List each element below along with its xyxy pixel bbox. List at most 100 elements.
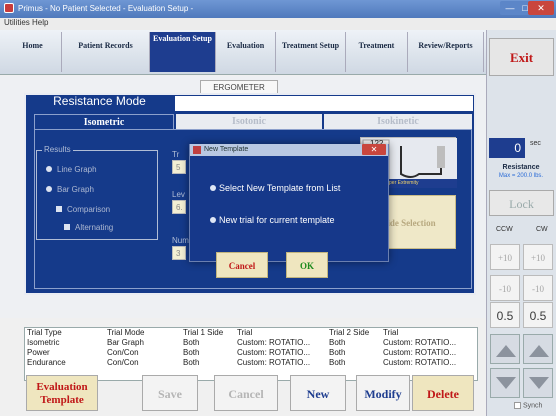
row2-trial2[interactable]: Custom: ROTATIO... [383, 348, 456, 357]
number-field[interactable]: 3 [172, 246, 186, 260]
modify-button[interactable]: Modify [356, 375, 410, 411]
nav-tab-review-reports[interactable]: Review/Reports [408, 32, 484, 72]
dialog-ok-button[interactable]: OK [286, 252, 328, 278]
ccw-label: CCW [496, 226, 513, 233]
select-template-option[interactable]: Select New Template from List [210, 183, 340, 193]
window-close-button[interactable]: ✕ [528, 1, 554, 15]
results-label: Results [42, 145, 73, 154]
nav-tab-patient-records[interactable]: Patient Records [62, 32, 150, 72]
ccw-up-button[interactable] [490, 334, 520, 364]
number-label: Num [172, 236, 189, 245]
header-trial1-side: Trial 1 Side [183, 328, 224, 337]
menu-bar[interactable]: Utilities Help [0, 18, 556, 30]
new-button[interactable]: New [290, 375, 346, 411]
header-trial2-side: Trial 2 Side [329, 328, 370, 337]
row3-trial-type[interactable]: Endurance [27, 358, 66, 367]
radio-icon [46, 166, 52, 172]
comparison-checkbox[interactable]: Comparison [56, 205, 110, 214]
delete-button[interactable]: Delete [412, 375, 474, 411]
ccw-value[interactable]: 0.5 [490, 302, 520, 328]
row2-trial-mode[interactable]: Con/Con [107, 348, 139, 357]
tab-isokinetic[interactable]: Isokinetic [324, 114, 472, 129]
header-trial-mode: Trial Mode [107, 328, 145, 337]
mode-tabs: Isometric Isotonic Isokinetic [34, 114, 472, 130]
checkbox-icon [514, 402, 521, 409]
dialog-close-button[interactable]: ✕ [362, 144, 386, 155]
comparison-label: Comparison [67, 205, 111, 214]
save-button[interactable]: Save [142, 375, 198, 411]
row3-trial2-side[interactable]: Both [329, 358, 345, 367]
app-icon [4, 3, 14, 13]
line-graph-label: Line Graph [57, 165, 97, 174]
row3-trial1[interactable]: Custom: ROTATIO... [237, 358, 310, 367]
header-trial1: Trial [237, 328, 253, 337]
cw-up-button[interactable] [523, 334, 553, 364]
cw-minus10-button[interactable]: -10 [523, 275, 553, 301]
title-bar: Primus - No Patient Selected - Evaluatio… [0, 0, 556, 18]
evaluation-template-button[interactable]: Evaluation Template [26, 375, 98, 411]
new-trial-option[interactable]: New trial for current template [210, 215, 335, 225]
row3-trial1-side[interactable]: Both [183, 358, 199, 367]
down-arrow-icon [496, 377, 516, 389]
ccw-down-button[interactable] [490, 368, 520, 398]
nav-tab-treatment[interactable]: Treatment [346, 32, 408, 72]
trial-field[interactable]: 5 [172, 160, 186, 174]
row3-trial-mode[interactable]: Con/Con [107, 358, 139, 367]
cw-label: CW [536, 226, 548, 233]
level-label: Lev [172, 190, 185, 199]
nav-tab-home[interactable]: Home [4, 32, 62, 72]
down-arrow-icon [529, 377, 549, 389]
cancel-button[interactable]: Cancel [214, 375, 278, 411]
bar-graph-option[interactable]: Bar Graph [46, 185, 94, 194]
new-trial-label: New trial for current template [219, 215, 335, 225]
exit-button[interactable]: Exit [489, 38, 554, 76]
header-trial2: Trial [383, 328, 399, 337]
row2-trial2-side[interactable]: Both [329, 348, 345, 357]
bar-graph-label: Bar Graph [57, 185, 94, 194]
row1-trial1-side[interactable]: Both [183, 338, 199, 347]
up-arrow-icon [496, 345, 516, 357]
dialog-title: New Template [190, 144, 388, 156]
dialog-app-icon [193, 146, 201, 154]
seconds-value[interactable]: 0 [489, 138, 525, 158]
ccw-minus10-button[interactable]: -10 [490, 275, 520, 301]
radio-icon [46, 186, 52, 192]
nav-tab-treatment-setup[interactable]: Treatment Setup [276, 32, 346, 72]
synch-label: Synch [523, 402, 543, 410]
tab-isometric[interactable]: Isometric [34, 114, 174, 129]
nav-tab-evaluation-setup[interactable]: Evaluation Setup [150, 32, 216, 72]
dialog-cancel-button[interactable]: Cancel [216, 252, 268, 278]
nav-tab-evaluation[interactable]: Evaluation [216, 32, 276, 72]
resistance-mode-title: Resistance Mode [53, 94, 146, 108]
lock-button[interactable]: Lock [489, 190, 554, 216]
row1-trial1[interactable]: Custom: ROTATIO... [237, 338, 310, 347]
row2-trial1-side[interactable]: Both [183, 348, 199, 357]
cw-down-button[interactable] [523, 368, 553, 398]
ccw-plus10-button[interactable]: +10 [490, 244, 520, 270]
alternating-checkbox[interactable]: Alternating [64, 223, 113, 232]
cw-plus10-button[interactable]: +10 [523, 244, 553, 270]
checkbox-icon [56, 206, 62, 212]
resistance-label: Resistance [502, 164, 540, 171]
row1-trial-type[interactable]: Isometric [27, 338, 59, 347]
radio-icon [210, 185, 216, 191]
seconds-unit: sec [530, 140, 541, 147]
cw-value[interactable]: 0.5 [523, 302, 553, 328]
row1-trial2-side[interactable]: Both [329, 338, 345, 347]
row2-trial1[interactable]: Custom: ROTATIO... [237, 348, 310, 357]
row3-trial2[interactable]: Custom: ROTATIO... [383, 358, 456, 367]
tab-isotonic[interactable]: Isotonic [176, 114, 322, 129]
resistance-mode-field [175, 96, 473, 111]
row2-trial-type[interactable]: Power [27, 348, 50, 357]
row1-trial2[interactable]: Custom: ROTATIO... [383, 338, 456, 347]
menu-items[interactable]: Utilities Help [4, 18, 48, 27]
trials-table: Trial Type Trial Mode Trial 1 Side Trial… [24, 327, 478, 381]
header-trial-type: Trial Type [27, 328, 62, 337]
level-field[interactable]: 6. [172, 200, 186, 214]
trial-label: Tr [172, 150, 180, 159]
row1-trial-mode[interactable]: Bar Graph [107, 338, 144, 347]
select-template-label: Select New Template from List [219, 183, 341, 193]
synch-checkbox[interactable]: Synch [514, 402, 542, 409]
line-graph-option[interactable]: Line Graph [46, 165, 97, 174]
resistance-max: Max = 200.0 lbs. [498, 173, 544, 179]
